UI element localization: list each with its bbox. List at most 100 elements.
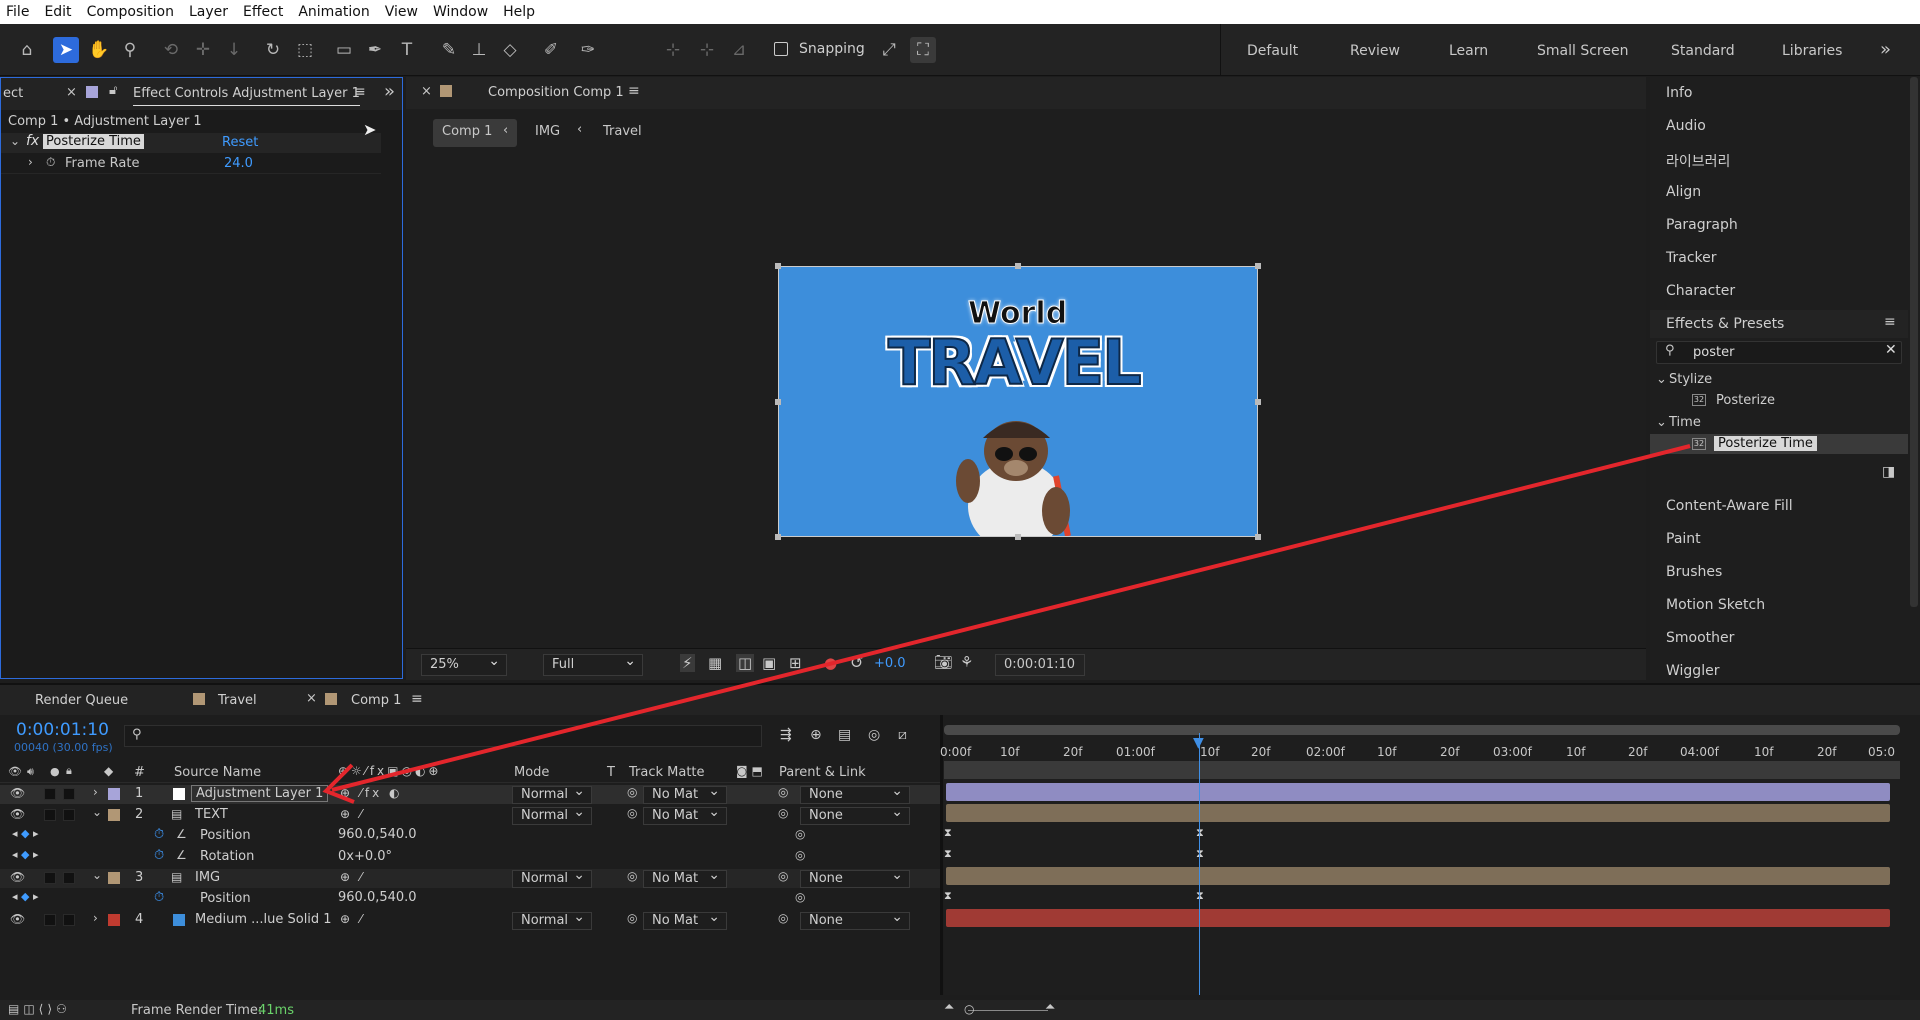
axis-world-icon[interactable]: ⊹ <box>694 37 720 63</box>
track-matte-dropdown[interactable]: No Mat <box>643 909 727 930</box>
show-snapshot-icon[interactable]: ⚘ <box>960 653 973 671</box>
workspace-review[interactable]: Review <box>1350 43 1400 59</box>
panel-brushes[interactable]: Brushes <box>1666 564 1722 580</box>
timeline-timecode[interactable]: 0:00:01:10 <box>16 720 109 740</box>
comp-canvas[interactable]: World TRAVEL <box>778 266 1258 537</box>
property-row[interactable]: ◂ ◆ ▸ ⏱︎ ∠ Position 960.0,540.0 ◎ <box>0 827 940 846</box>
workspace-libraries[interactable]: Libraries <box>1782 43 1842 59</box>
matte-icon[interactable]: ◎ <box>627 785 637 799</box>
snap-edges-icon[interactable]: ⤢ <box>876 37 902 63</box>
group-time[interactable]: Time <box>1669 415 1701 430</box>
layer-switches[interactable]: ⊕ ⁄ <box>340 912 365 926</box>
eye-icon[interactable]: 👁︎ <box>10 807 25 821</box>
resolution-dropdown[interactable]: Full <box>543 653 643 676</box>
menu-edit[interactable]: Edit <box>44 4 71 20</box>
pen-tool-icon[interactable]: ✒ <box>362 37 388 63</box>
panel-tracker[interactable]: Tracker <box>1666 250 1717 266</box>
layer-label-swatch[interactable] <box>108 914 120 926</box>
effect-row[interactable]: ⌄ fx Posterize Time Reset <box>1 133 381 153</box>
clone-stamp-icon[interactable]: ⊥ <box>466 37 492 63</box>
panel-menu-icon[interactable]: ≡ <box>354 84 366 100</box>
zoom-slider-handle-icon[interactable]: ○ <box>964 1002 974 1016</box>
expand-arrow-icon[interactable]: › <box>28 155 33 169</box>
panel-info[interactable]: Info <box>1666 85 1693 101</box>
breadcrumb-comp1[interactable]: Comp 1 ‹ <box>433 119 517 147</box>
tab-render-queue[interactable]: Render Queue <box>35 693 128 708</box>
rotation-tool-icon[interactable]: ↻ <box>260 37 286 63</box>
effects-search-input[interactable]: ⚲ poster ✕ <box>1656 341 1902 364</box>
pan-camera-icon[interactable]: ✛ <box>190 37 216 63</box>
menu-effect[interactable]: Effect <box>243 4 283 20</box>
panel-content-aware-fill[interactable]: Content-Aware Fill <box>1666 498 1793 514</box>
layer-name[interactable]: IMG <box>195 870 220 885</box>
menu-layer[interactable]: Layer <box>189 4 228 20</box>
layer-row[interactable]: 👁︎ ⌄ 2 ▤ TEXT ⊕ ⁄ Normal ◎ No Mat ◎ None <box>0 804 940 825</box>
panel-audio[interactable]: Audio <box>1666 118 1706 134</box>
workspace-overflow-icon[interactable]: » <box>1880 39 1891 60</box>
eye-icon[interactable]: 👁︎ <box>10 786 25 800</box>
matte-icon[interactable]: ◎ <box>627 869 637 883</box>
layer-row[interactable]: 👁︎ › 4 Medium ...lue Solid 1 ⊕ ⁄ Normal … <box>0 909 940 930</box>
breadcrumb-travel[interactable]: Travel <box>603 124 642 139</box>
menu-composition[interactable]: Composition <box>87 4 174 20</box>
menu-animation[interactable]: Animation <box>298 4 369 20</box>
track-matte-dropdown[interactable]: No Mat <box>643 783 727 804</box>
close-tab-icon[interactable]: × <box>66 85 77 100</box>
lock-switch-icon[interactable]: 🔒︎ <box>66 764 72 778</box>
layer-bar-adjustment[interactable] <box>946 783 1890 801</box>
col-source-name[interactable]: Source Name <box>174 765 261 780</box>
effect-posterize[interactable]: Posterize <box>1716 393 1775 408</box>
fx-icon[interactable]: fx <box>26 133 39 149</box>
keyframe-icon[interactable]: ⧗ <box>944 847 952 861</box>
lock-icon[interactable]: 🔓︎ <box>109 83 117 98</box>
zoom-in-icon[interactable]: ⏶ <box>1045 1000 1055 1015</box>
stopwatch-icon[interactable]: ⏱︎ <box>154 890 164 905</box>
parent-dropdown[interactable]: None <box>800 867 910 888</box>
rectangle-tool-icon[interactable]: ▭ <box>331 37 357 63</box>
layer-switches[interactable]: ⊕ ⁄ <box>340 870 365 884</box>
transparency-grid-icon[interactable]: ▦ <box>708 654 722 672</box>
collapse-arrow-icon[interactable]: ⌄ <box>92 805 102 819</box>
draft-3d-icon[interactable]: ⊕ <box>810 727 822 743</box>
right-scrollbar[interactable] <box>1910 77 1918 607</box>
motion-blur-icon[interactable]: ◎ <box>868 727 880 743</box>
layer-row[interactable]: 👁︎ ⌄ 3 ▤ IMG ⊕ ⁄ Normal ◎ No Mat ◎ None <box>0 867 940 888</box>
parent-dropdown[interactable]: None <box>800 783 910 804</box>
eye-icon[interactable]: 👁︎ <box>10 912 25 926</box>
layer-label-swatch[interactable] <box>108 809 120 821</box>
col-track-matte[interactable]: Track Matte <box>629 765 705 780</box>
panel-motion-sketch[interactable]: Motion Sketch <box>1666 597 1765 613</box>
clear-search-icon[interactable]: ✕ <box>1885 342 1897 358</box>
workspace-learn[interactable]: Learn <box>1449 43 1488 59</box>
graph-editor-icon[interactable]: ⧄ <box>898 727 907 743</box>
track-matte-dropdown[interactable]: No Mat <box>643 867 727 888</box>
layer-name[interactable]: Adjustment Layer 1 <box>191 785 329 802</box>
footer-toggle-icons[interactable]: ▤◫⟨⟩⚇ <box>8 1002 71 1016</box>
pick-whip-icon[interactable]: ◎ <box>778 869 788 883</box>
col-parent-link[interactable]: Parent & Link <box>779 765 866 780</box>
keyframe-icon[interactable]: ⧗ <box>944 826 952 840</box>
time-graph[interactable]: ⧗ ⧗ ⧗ ⧗ ⧗ ⧗ ▼ <box>944 725 1900 995</box>
layer-bar-img[interactable] <box>946 867 1890 885</box>
menu-file[interactable]: File <box>6 4 29 20</box>
snapshot-icon[interactable]: 📷︎ <box>934 653 953 671</box>
keyframe-nav-icon[interactable]: ◂ ◆ ▸ <box>12 827 39 840</box>
panel-libraries-kr[interactable]: 라이브러리 <box>1666 151 1730 171</box>
property-value[interactable]: 0x+0.0° <box>338 849 392 864</box>
axis-view-icon[interactable]: ⊿ <box>726 37 752 63</box>
axis-local-icon[interactable]: ⊹ <box>660 37 686 63</box>
prev-panel-tab[interactable]: ect <box>3 86 23 101</box>
panel-wiggler[interactable]: Wiggler <box>1666 663 1719 679</box>
eye-icon[interactable]: 👁︎ <box>10 870 25 884</box>
pan-behind-icon[interactable]: ⬚ <box>292 37 318 63</box>
expand-arrow-icon[interactable]: › <box>93 785 98 799</box>
keyframe-nav-icon[interactable]: ◂ ◆ ▸ <box>12 848 39 861</box>
workspace-small-screen[interactable]: Small Screen <box>1537 43 1628 59</box>
stopwatch-icon[interactable]: ⏱︎ <box>154 848 164 863</box>
keyframe-icon[interactable]: ⧗ <box>944 889 952 903</box>
collapse-arrow-icon[interactable]: ⌄ <box>10 134 20 148</box>
zoom-dropdown[interactable]: 25% <box>421 653 507 676</box>
stopwatch-icon[interactable]: ⏱︎ <box>46 155 55 170</box>
selection-tool-icon[interactable]: ➤ <box>53 37 79 63</box>
home-icon[interactable]: ⌂ <box>14 37 40 63</box>
